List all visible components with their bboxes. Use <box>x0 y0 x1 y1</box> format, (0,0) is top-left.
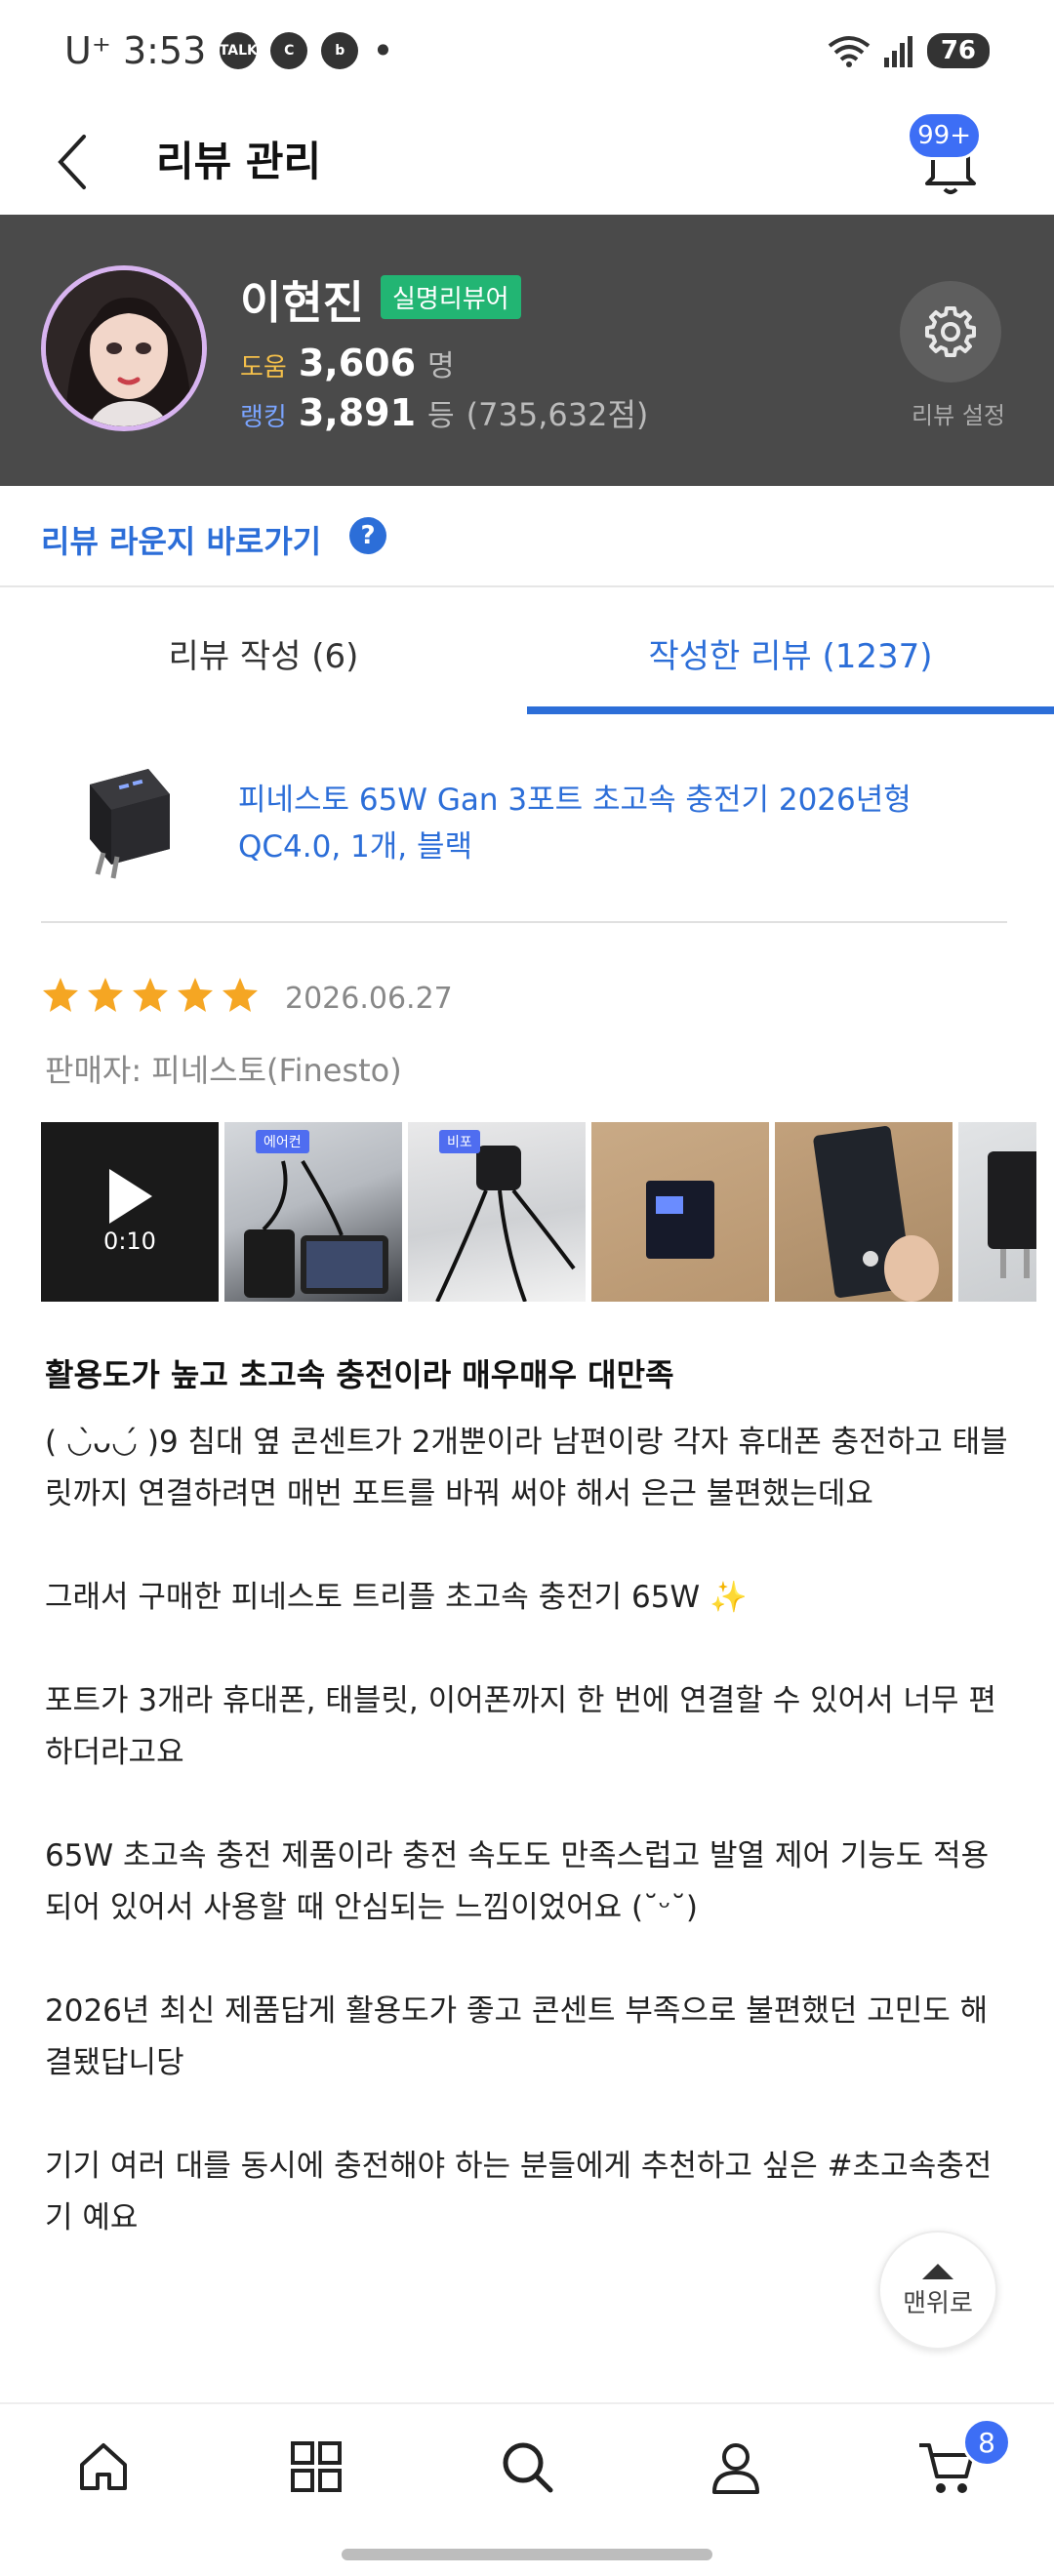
product-title[interactable]: 피네스토 65W Gan 3포트 초고속 충전기 2026년형 QC4.0, 1… <box>238 777 1009 870</box>
review-photo[interactable]: 에어컨 <box>224 1122 402 1302</box>
scroll-to-top-button[interactable]: 맨위로 <box>878 2231 997 2350</box>
review-settings-label: 리뷰 설정 <box>912 402 1005 429</box>
search-icon <box>503 2442 553 2493</box>
tab-write-review[interactable]: 리뷰 작성 (6) <box>0 589 527 716</box>
review-settings-button[interactable] <box>900 281 1001 382</box>
signal-icon <box>883 36 912 67</box>
play-icon <box>109 1169 152 1224</box>
battery-indicator: 76 <box>926 33 990 68</box>
seller-name: 판매자: 피네스토(Finesto) <box>45 1052 402 1089</box>
kakaotalk-notification-icon: TALK <box>220 32 258 69</box>
photo-content <box>988 1151 1036 1278</box>
status-time: U⁺ 3:53 <box>64 29 207 72</box>
review-photo[interactable] <box>958 1122 1036 1302</box>
nav-home-button[interactable] <box>64 2428 142 2506</box>
photo-tag: 비포 <box>439 1130 480 1153</box>
nav-my-page-button[interactable] <box>697 2428 775 2506</box>
help-label: 도움 <box>240 353 287 382</box>
rank-stat: 랭킹 3,891 등 (735,632점) <box>240 390 648 435</box>
scroll-to-top-label: 맨위로 <box>903 2288 973 2318</box>
help-value: 3,606 <box>298 342 417 384</box>
review-lounge-link[interactable]: 리뷰 라운지 바로가기 <box>41 517 321 562</box>
help-unit: 명 <box>427 349 455 383</box>
charger-image <box>90 769 170 879</box>
app-header: 리뷰 관리 99+ <box>0 107 1054 215</box>
c-notification-icon: C <box>270 32 308 69</box>
rank-unit: 등 <box>427 399 455 433</box>
review-body: ( ◡̀ᴗ◡́ )9 침대 옆 콘센트가 2개뿐이라 남편이랑 각자 휴대폰 충… <box>45 1425 1008 2235</box>
cart-badge: 8 <box>962 2418 1011 2467</box>
photo-content <box>244 1159 388 1298</box>
question-icon[interactable]: ? <box>349 517 386 554</box>
star-rating <box>41 976 260 1015</box>
status-right: 76 <box>828 33 990 68</box>
notification-button[interactable]: 99+ <box>907 111 990 199</box>
product-thumbnail[interactable] <box>61 755 187 882</box>
tab-written-reviews[interactable]: 작성한 리뷰 (1237) <box>527 589 1054 716</box>
avatar <box>41 265 207 431</box>
profile-card: 이현진 실명리뷰어 도움 3,606 명 랭킹 3,891 등 (735,632… <box>0 215 1054 486</box>
photo-tag: 에어컨 <box>256 1130 309 1153</box>
wifi-icon <box>828 36 871 67</box>
grid-icon <box>291 2441 342 2492</box>
b-notification-icon: b <box>321 32 359 69</box>
user-icon <box>712 2443 759 2494</box>
rank-label: 랭킹 <box>240 403 287 432</box>
review-photo-strip[interactable]: 0:10 에어컨 비포 <box>41 1122 1036 1302</box>
product-row[interactable]: 피네스토 65W Gan 3포트 초고속 충전기 2026년형 QC4.0, 1… <box>0 716 1054 923</box>
star-icon <box>133 978 168 1012</box>
status-left: U⁺ 3:53 TALK C b • <box>64 29 394 72</box>
notification-badge: 99+ <box>907 111 982 160</box>
star-icon <box>223 978 258 1012</box>
photo-content <box>646 1181 714 1259</box>
review-lounge-row: 리뷰 라운지 바로가기 ? <box>0 486 1054 587</box>
back-button[interactable] <box>35 123 113 201</box>
product-divider <box>41 921 1007 923</box>
nav-search-button[interactable] <box>488 2428 566 2506</box>
star-icon <box>88 978 123 1012</box>
reviewer-name: 이현진 <box>240 276 364 329</box>
video-duration: 0:10 <box>103 1228 156 1255</box>
review-photo[interactable] <box>591 1122 769 1302</box>
photo-content <box>435 1146 576 1302</box>
bottom-navigation: 8 <box>0 2402 1054 2529</box>
photo-content <box>813 1126 939 1302</box>
star-icon <box>43 978 78 1012</box>
help-stat: 도움 3,606 명 <box>240 342 455 384</box>
real-name-badge: 실명리뷰어 <box>381 275 521 319</box>
back-arrow-icon <box>58 135 86 189</box>
gear-icon <box>925 306 976 357</box>
review-tabs: 리뷰 작성 (6) 작성한 리뷰 (1237) <box>0 589 1054 716</box>
home-indicator <box>342 2549 712 2560</box>
status-bar: U⁺ 3:53 TALK C b • 76 <box>0 0 1054 107</box>
chevron-up-icon <box>922 2263 953 2279</box>
review-date: 2026.06.27 <box>285 982 453 1016</box>
nav-category-button[interactable] <box>277 2428 355 2506</box>
home-icon <box>80 2443 127 2490</box>
star-icon <box>178 978 213 1012</box>
rank-score: (735,632점) <box>466 396 649 433</box>
active-tab-indicator <box>527 706 1054 714</box>
review-photo[interactable] <box>775 1122 953 1302</box>
review-title: 활용도가 높고 초고속 충전이라 매우매우 대만족 <box>45 1356 674 1393</box>
review-photo[interactable]: 비포 <box>408 1122 586 1302</box>
avatar-illustration <box>46 270 202 426</box>
review-video-thumbnail[interactable]: 0:10 <box>41 1122 219 1302</box>
rank-value: 3,891 <box>298 391 417 434</box>
page-title: 리뷰 관리 <box>156 138 322 185</box>
more-notifications-dot: • <box>372 29 394 72</box>
